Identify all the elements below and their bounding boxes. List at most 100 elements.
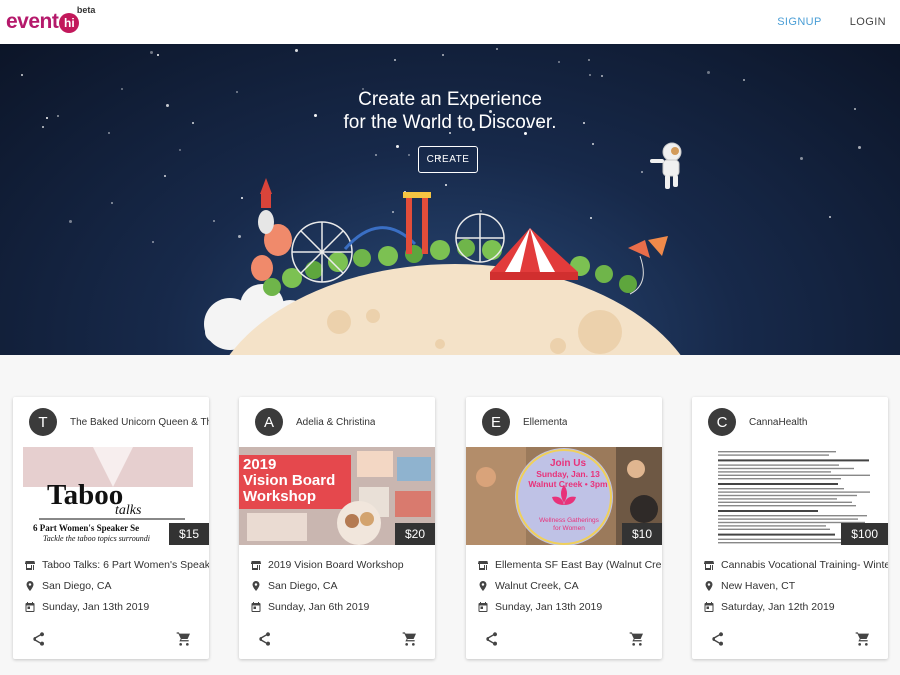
- map-pin-icon: [705, 580, 713, 591]
- price-badge: $100: [841, 523, 888, 545]
- event-title: Cannabis Vocational Training- Winter ...: [721, 558, 888, 571]
- event-date: Saturday, Jan 12th 2019: [721, 600, 835, 613]
- share-icon: [712, 632, 723, 646]
- hero-title-line-2: for the World to Discover.: [343, 112, 557, 133]
- storefront-icon: [251, 560, 261, 570]
- add-to-cart-button[interactable]: [402, 631, 418, 647]
- add-to-cart-button[interactable]: [855, 631, 871, 647]
- organizer-avatar: C: [708, 408, 736, 436]
- card-details: 2019 Vision Board Workshop San Diego, CA…: [239, 545, 435, 617]
- price-badge: $20: [394, 523, 435, 545]
- document-text-line: [718, 471, 831, 473]
- event-card[interactable]: C CannaHealth $100 Cannabis Vocational T…: [692, 397, 888, 659]
- event-date-row: Sunday, Jan 13th 2019: [24, 596, 209, 617]
- image-line-1: Join Us: [549, 458, 587, 469]
- card-actions: [692, 631, 888, 647]
- document-text-line: [718, 494, 857, 497]
- logo-badge: hi: [59, 13, 80, 33]
- event-card[interactable]: A Adelia & Christina 2019 Vision Board W…: [239, 397, 435, 659]
- event-date: Sunday, Jan 13th 2019: [495, 600, 603, 613]
- document-text-line: [718, 498, 837, 500]
- image-tagline-text: Tackle the taboo topics surroundi: [43, 534, 150, 543]
- price-badge: $15: [168, 523, 209, 545]
- document-text-line: [718, 467, 854, 470]
- add-to-cart-button[interactable]: [629, 631, 645, 647]
- document-text-line: [718, 474, 870, 476]
- signup-link[interactable]: SIGNUP: [777, 16, 822, 28]
- hero-title: Create an Experience for the World to Di…: [0, 88, 900, 134]
- event-location: San Diego, CA: [42, 579, 112, 592]
- share-icon: [259, 632, 270, 646]
- cart-icon: [855, 632, 869, 646]
- event-location-row: San Diego, CA: [24, 575, 209, 596]
- document-text-line: [718, 528, 830, 530]
- document-text-line: [718, 491, 870, 493]
- document-text-line: [718, 478, 841, 480]
- document-text-line: [718, 525, 826, 527]
- event-image[interactable]: Taboo talks 6 Part Women's Speaker Se Ta…: [13, 447, 209, 545]
- event-image[interactable]: 2019 Vision Board Workshop $20: [239, 447, 435, 545]
- event-image[interactable]: $100: [692, 447, 888, 545]
- event-title-row[interactable]: Taboo Talks: 6 Part Women's Speaker...: [24, 554, 209, 575]
- document-text-line: [718, 515, 867, 517]
- event-title-row[interactable]: Ellementa SF East Bay (Walnut Creek...: [477, 554, 662, 575]
- calendar-icon: [251, 601, 261, 612]
- organizer-avatar: E: [482, 408, 510, 436]
- share-button[interactable]: [256, 631, 272, 647]
- roller-coaster-illustration: [343, 226, 417, 250]
- image-tagline-text: Wellness Gatherings for Women: [526, 517, 612, 533]
- card-actions: [466, 631, 662, 647]
- document-text-line: [718, 488, 844, 490]
- rocket-illustration: [258, 178, 274, 234]
- event-title: Taboo Talks: 6 Part Women's Speaker...: [42, 558, 209, 571]
- image-caption-text: 6 Part Women's Speaker Se: [33, 523, 140, 533]
- share-button[interactable]: [709, 631, 725, 647]
- organizer-avatar: A: [255, 408, 283, 436]
- event-location-row: San Diego, CA: [250, 575, 435, 596]
- eventhi-logo[interactable]: event hi beta: [6, 5, 95, 38]
- event-card[interactable]: E Ellementa Join Us Sunday, Jan. 13 Waln: [466, 397, 662, 659]
- card-details: Ellementa SF East Bay (Walnut Creek... W…: [466, 545, 662, 617]
- hero-title-line-1: Create an Experience: [358, 89, 542, 110]
- document-text-line: [718, 454, 829, 456]
- image-subtitle-text: talks: [115, 503, 142, 518]
- login-link[interactable]: LOGIN: [850, 16, 886, 28]
- share-button[interactable]: [30, 631, 46, 647]
- event-title: Ellementa SF East Bay (Walnut Creek...: [495, 558, 662, 571]
- hero-banner: Create an Experience for the World to Di…: [0, 44, 900, 355]
- cart-icon: [176, 632, 190, 646]
- organizer-name: CannaHealth: [749, 416, 808, 428]
- event-title-row[interactable]: Cannabis Vocational Training- Winter ...: [703, 554, 888, 575]
- tower-illustration: [403, 192, 431, 254]
- document-text-line: [718, 459, 869, 462]
- share-button[interactable]: [483, 631, 499, 647]
- event-date-row: Sunday, Jan 6th 2019: [250, 596, 435, 617]
- calendar-icon: [25, 601, 35, 612]
- event-title-row[interactable]: 2019 Vision Board Workshop: [250, 554, 435, 575]
- document-text-line: [718, 464, 839, 466]
- create-button[interactable]: CREATE: [418, 146, 478, 173]
- calendar-icon: [704, 601, 714, 612]
- event-date: Sunday, Jan 13th 2019: [42, 600, 150, 613]
- event-location: New Haven, CT: [721, 579, 796, 592]
- event-card[interactable]: T The Baked Unicorn Queen & The Taboo ta…: [13, 397, 209, 659]
- document-text-line: [718, 518, 858, 520]
- image-line-2: Sunday, Jan. 13: [536, 469, 600, 479]
- organizer-name: Adelia & Christina: [296, 416, 376, 428]
- add-to-cart-button[interactable]: [176, 631, 192, 647]
- organizer-avatar: T: [29, 408, 57, 436]
- logo-text: event: [6, 10, 59, 33]
- logo-beta-label: beta: [76, 5, 96, 15]
- storefront-icon: [704, 560, 714, 570]
- event-location: Walnut Creek, CA: [495, 579, 579, 592]
- cart-icon: [402, 632, 416, 646]
- cart-icon: [629, 632, 643, 646]
- document-text-line: [718, 483, 838, 485]
- top-bar: event hi beta SIGNUP LOGIN: [0, 0, 900, 44]
- storefront-icon: [478, 560, 488, 570]
- card-header: C CannaHealth: [692, 397, 888, 447]
- event-image[interactable]: Join Us Sunday, Jan. 13 Walnut Creek • 3…: [466, 447, 662, 545]
- image-line-4: Wellness Gatherings: [539, 517, 599, 524]
- storefront-icon: [25, 560, 35, 570]
- header-nav: SIGNUP LOGIN: [777, 16, 886, 28]
